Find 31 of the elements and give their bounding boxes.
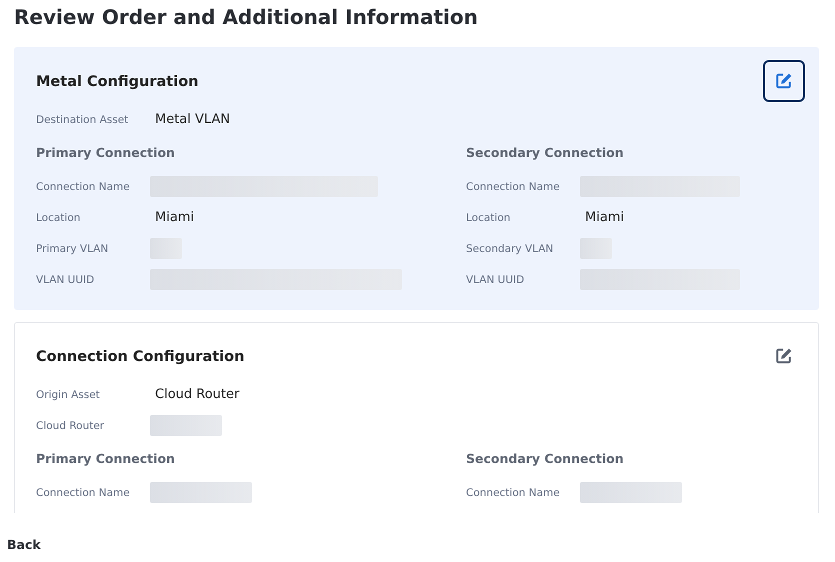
redacted-value xyxy=(150,415,222,436)
back-button[interactable]: Back xyxy=(3,533,45,556)
column-heading: Primary Connection xyxy=(36,450,176,468)
field-value: Miami xyxy=(154,210,194,225)
field-label: Connection Name xyxy=(466,486,561,498)
field-value: Metal VLAN xyxy=(154,112,230,127)
field-label: Connection Name xyxy=(466,180,561,192)
field-label: VLAN UUID xyxy=(466,274,526,286)
column-heading: Primary Connection xyxy=(36,144,176,162)
field-label: Location xyxy=(466,212,512,224)
field-label: Connection Name xyxy=(36,486,131,498)
edit-button[interactable] xyxy=(763,60,805,102)
page-title: Review Order and Additional Information xyxy=(13,4,479,31)
section-title: Connection Configuration xyxy=(36,348,244,367)
edit-icon xyxy=(775,347,793,365)
field-value: Cloud Router xyxy=(154,387,240,402)
column-heading: Secondary Connection xyxy=(466,450,625,468)
redacted-value xyxy=(150,238,182,259)
field-label: Origin Asset xyxy=(36,388,101,400)
column-heading: Secondary Connection xyxy=(466,144,625,162)
field-label: Destination Asset xyxy=(36,114,130,126)
field-value: Miami xyxy=(584,210,624,225)
redacted-value xyxy=(580,238,612,259)
field-label: Cloud Router xyxy=(36,420,106,432)
field-label: VLAN UUID xyxy=(36,274,96,286)
field-label: Secondary VLAN xyxy=(466,242,554,254)
field-label: Connection Name xyxy=(36,180,131,192)
edit-icon xyxy=(775,72,793,90)
field-label: Location xyxy=(36,212,82,224)
field-label: Primary VLAN xyxy=(36,242,110,254)
section-title: Metal Configuration xyxy=(36,73,198,92)
